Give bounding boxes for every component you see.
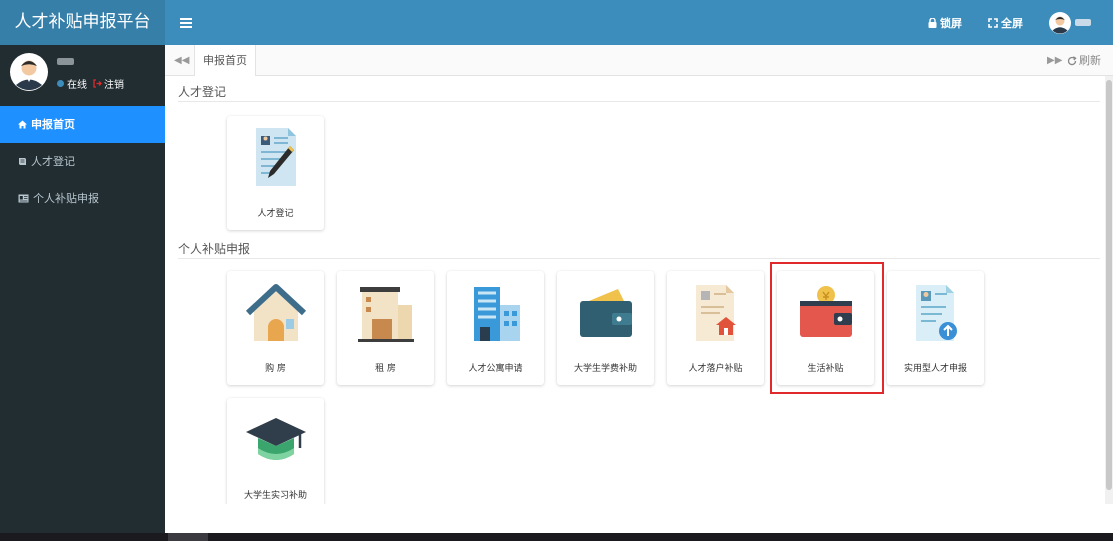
- user-status: 在线 注销: [57, 76, 124, 91]
- tile-tuition-subsidy[interactable]: 大学生学费补助: [557, 271, 654, 385]
- sidebar-item-label: 个人补贴申报: [33, 192, 99, 205]
- tile-label: 大学生实习补助: [243, 491, 307, 501]
- refresh-button[interactable]: 刷新: [1067, 45, 1101, 76]
- sidebar-user-name: [57, 58, 74, 65]
- app-title[interactable]: 人才补贴申报平台: [0, 0, 165, 45]
- tile-label: 租 房: [375, 364, 396, 374]
- hamburger-icon: [180, 17, 192, 28]
- tab-label: 申报首页: [203, 54, 247, 67]
- tabs-scroll-right-icon[interactable]: ▶▶: [1047, 45, 1062, 76]
- household-registration-icon: [696, 285, 736, 341]
- refresh-label: 刷新: [1079, 54, 1101, 67]
- tile-label: 人才登记: [257, 209, 294, 219]
- tile-household-registration[interactable]: 人才落户补贴: [667, 271, 764, 385]
- app-root: 人才补贴申报平台 锁屏 全屏 在线 注销 申报首页 人才登记 个人补贴申报 ◀◀…: [0, 0, 1113, 541]
- tile-practical-talent[interactable]: 实用型人才申报: [887, 271, 984, 385]
- home-icon: [18, 120, 27, 129]
- tile-house-rental[interactable]: 租 房: [337, 271, 434, 385]
- tile-talent-registration[interactable]: 人才登记: [227, 116, 324, 230]
- section-divider: [178, 258, 1100, 259]
- tile-label: 人才公寓申请: [468, 364, 523, 374]
- id-card-icon: [18, 194, 29, 203]
- sidebar: 在线 注销 申报首页 人才登记 个人补贴申报: [0, 45, 165, 541]
- sidebar-item-personal-subsidy[interactable]: 个人补贴申报: [0, 180, 165, 217]
- logout-link[interactable]: 注销: [93, 76, 124, 91]
- avatar-icon: [1049, 11, 1071, 34]
- online-label: 在线: [67, 80, 87, 91]
- rental-building-icon: [358, 287, 414, 342]
- lock-icon: [928, 17, 937, 28]
- book-icon: [19, 158, 26, 165]
- sidebar-item-talent-registration[interactable]: 人才登记: [0, 143, 165, 180]
- sidebar-item-label: 申报首页: [31, 118, 75, 131]
- sidebar-item-home[interactable]: 申报首页: [0, 106, 165, 143]
- tab-home[interactable]: 申报首页: [194, 45, 256, 76]
- house-icon: [245, 284, 307, 341]
- tile-house-purchase[interactable]: 购 房: [227, 271, 324, 385]
- tile-label: 大学生学费补助: [573, 364, 637, 374]
- top-right-tools: 锁屏 全屏: [928, 0, 1113, 45]
- scrollbar-thumb[interactable]: [1106, 80, 1112, 490]
- refresh-icon: [1067, 55, 1077, 65]
- tile-internship-subsidy[interactable]: 大学生实习补助: [227, 398, 324, 512]
- user-panel: 在线 注销: [0, 45, 165, 101]
- lock-label: 锁屏: [940, 16, 962, 30]
- os-taskbar: [0, 533, 1113, 541]
- taskbar-segment: [168, 533, 208, 541]
- sidebar-item-label: 人才登记: [31, 155, 75, 168]
- graduation-cap-icon: [246, 418, 306, 460]
- section-divider: [178, 101, 1100, 102]
- logout-label: 注销: [104, 80, 124, 91]
- online-dot-icon: [57, 80, 64, 87]
- lock-screen-button[interactable]: 锁屏: [928, 15, 962, 31]
- content-scrollbar[interactable]: [1105, 76, 1113, 504]
- top-user-name: [1075, 19, 1091, 26]
- tabs-bar: ◀◀ 申报首页 ▶▶ 刷新: [165, 45, 1113, 76]
- tabs-scroll-left-icon[interactable]: ◀◀: [174, 45, 189, 76]
- registration-form-icon: [256, 128, 296, 186]
- apartment-icon: [474, 287, 520, 341]
- top-navbar: 人才补贴申报平台 锁屏 全屏: [0, 0, 1113, 45]
- practical-talent-icon: [916, 285, 957, 341]
- logout-icon: [93, 79, 102, 88]
- fullscreen-icon: [988, 17, 998, 28]
- living-subsidy-highlight-box: [770, 262, 884, 394]
- section-title: 个人补贴申报: [178, 242, 251, 256]
- fullscreen-button[interactable]: 全屏: [988, 15, 1023, 31]
- tile-label: 实用型人才申报: [903, 364, 967, 374]
- tile-talent-apartment[interactable]: 人才公寓申请: [447, 271, 544, 385]
- avatar: [10, 53, 48, 91]
- fullscreen-label: 全屏: [1001, 16, 1023, 30]
- main-content: 人才登记 人才登记 个人补贴申报 购 房 租 房 人才公寓申请 大学生学费补助 …: [165, 76, 1105, 512]
- tuition-wallet-icon: [580, 289, 632, 337]
- menu-toggle-button[interactable]: [180, 0, 192, 45]
- section-title: 人才登记: [178, 85, 227, 99]
- top-user-menu[interactable]: [1049, 11, 1091, 34]
- tile-label: 人才落户补贴: [688, 364, 743, 374]
- tile-label: 购 房: [265, 364, 286, 374]
